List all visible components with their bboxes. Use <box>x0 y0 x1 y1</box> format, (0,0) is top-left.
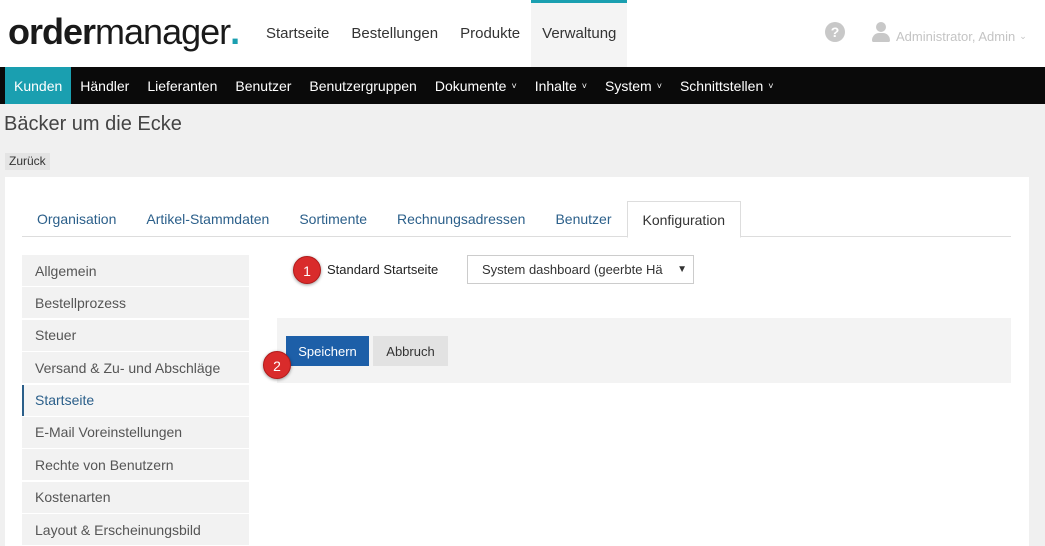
page-title: Bäcker um die Ecke <box>4 113 182 135</box>
tab-konfiguration[interactable]: Konfiguration <box>626 201 742 238</box>
help-icon[interactable]: ? <box>825 22 845 42</box>
mainnav-benutzergruppen[interactable]: Benutzergruppen <box>300 67 425 104</box>
tab-sortimente[interactable]: Sortimente <box>284 201 382 237</box>
mainnav-label: System <box>605 77 652 94</box>
mainnav-label: Lieferanten <box>147 77 218 94</box>
top-header: ordermanager. Startseite Bestellungen Prod… <box>0 0 1045 67</box>
chevron-down-icon: ˅ <box>656 80 662 91</box>
mainnav-label: Benutzergruppen <box>309 77 417 94</box>
mainnav-system[interactable]: System ˅ <box>596 67 671 104</box>
mainnav-inhalte[interactable]: Inhalte ˅ <box>526 67 596 104</box>
sidebar-item-startseite[interactable]: Startseite <box>22 384 249 416</box>
sidebar-item-e-mail-voreinstellungen[interactable]: E-Mail Voreinstellungen <box>22 416 249 448</box>
config-sidebar: Allgemein Bestellprozess Steuer Versand & Z… <box>22 255 249 546</box>
tab-artikel-stammdaten[interactable]: Artikel-Stammdaten <box>131 201 284 237</box>
mainnav-label: Schnittstellen <box>679 77 764 94</box>
sidebar-item-bestellprozess[interactable]: Bestellprozess <box>22 287 249 319</box>
chevron-down-icon: ˅ <box>511 80 517 91</box>
topnav-verwaltung[interactable]: Verwaltung <box>531 0 628 67</box>
topnav-produkte[interactable]: Produkte <box>449 0 531 67</box>
main-nav: Kunden Händler Lieferanten Benutzer Benutzer… <box>0 67 1045 104</box>
mainnav-dokumente[interactable]: Dokumente ˅ <box>426 67 526 104</box>
top-nav: Startseite Bestellungen Produkte Verwaltung <box>255 0 628 67</box>
action-bar: Speichern Abbruch <box>277 318 1011 383</box>
mainnav-benutzer[interactable]: Benutzer <box>226 67 300 104</box>
mainnav-lieferanten[interactable]: Lieferanten <box>138 67 226 104</box>
chevron-down-icon: ˅ <box>768 80 774 91</box>
logo-light-text: manager <box>95 11 231 52</box>
tab-rechnungsadressen[interactable]: Rechnungsadressen <box>382 201 540 237</box>
user-icon <box>872 22 890 44</box>
user-name: Administrator, Admin <box>896 28 1016 44</box>
back-button[interactable]: Zurück <box>5 153 50 170</box>
logo-bold-text: order <box>8 11 96 52</box>
dropdown-arrow-icon: ▼ <box>673 256 687 283</box>
user-menu[interactable]: Administrator, Admin ⌄ <box>872 22 1027 44</box>
mainnav-label: Kunden <box>14 77 63 94</box>
tab-bar: Organisation Artikel-Stammdaten Sortimente… <box>22 201 1011 238</box>
sidebar-item-layout-and-erscheinungsbild[interactable]: Layout & Erscheinungsbild <box>22 514 249 546</box>
sidebar-item-kostenarten[interactable]: Kostenarten <box>22 481 249 513</box>
mainnav-schnittstellen[interactable]: Schnittstellen ˅ <box>671 67 783 104</box>
logo-dot: . <box>230 11 240 52</box>
save-button[interactable]: Speichern <box>286 336 369 366</box>
mainnav-haendler[interactable]: Händler <box>71 67 138 104</box>
mainnav-label: Inhalte <box>534 77 577 94</box>
sidebar-item-versand-and-zu-und-abschlaege[interactable]: Versand & Zu- und Abschläge <box>22 352 249 384</box>
startseite-select-value: System dashboard (geerbte Hä <box>482 262 663 277</box>
content-panel: Organisation Artikel-Stammdaten Sortimente… <box>5 177 1029 546</box>
mainnav-label: Benutzer <box>235 77 292 94</box>
logo[interactable]: ordermanager. <box>8 10 240 54</box>
mainnav-kunden[interactable]: Kunden <box>5 67 72 104</box>
sidebar-item-steuer[interactable]: Steuer <box>22 319 249 351</box>
mainnav-label: Händler <box>80 77 130 94</box>
topnav-startseite[interactable]: Startseite <box>255 0 340 67</box>
sidebar-item-allgemein[interactable]: Allgemein <box>22 255 249 286</box>
sidebar-item-rechte-von-benutzern[interactable]: Rechte von Benutzern <box>22 449 249 481</box>
standard-startseite-label: Standard Startseite <box>327 262 439 277</box>
cancel-button[interactable]: Abbruch <box>373 336 448 366</box>
startseite-select[interactable]: System dashboard (geerbte Hä ▼ <box>467 255 694 284</box>
step-badge-1: 1 <box>293 256 321 284</box>
tab-benutzer[interactable]: Benutzer <box>540 201 626 237</box>
topnav-bestellungen[interactable]: Bestellungen <box>340 0 449 67</box>
chevron-down-icon: ⌄ <box>1019 30 1027 41</box>
mainnav-label: Dokumente <box>434 77 507 94</box>
step-badge-2: 2 <box>263 351 291 379</box>
tab-organisation[interactable]: Organisation <box>22 201 131 237</box>
chevron-down-icon: ˅ <box>581 80 588 91</box>
